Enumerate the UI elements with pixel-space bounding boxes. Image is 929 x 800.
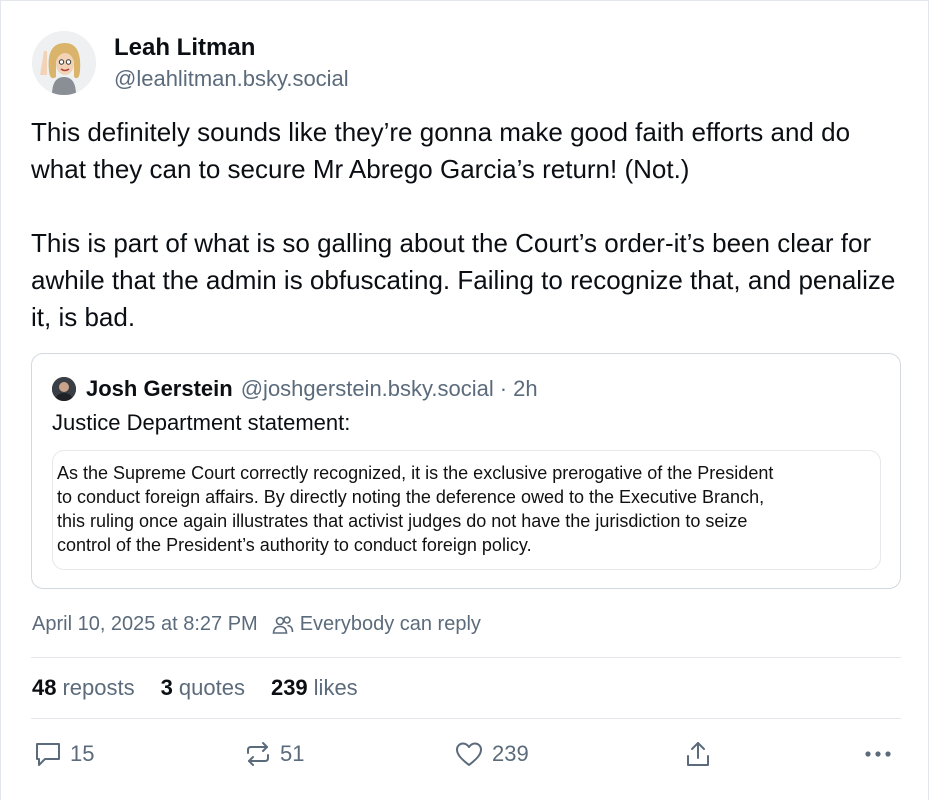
reposts-count: 48: [32, 675, 57, 700]
repost-button[interactable]: 51: [244, 740, 304, 768]
statement-line: control of the President’s authority to …: [57, 535, 532, 555]
quotes-count: 3: [160, 675, 173, 700]
divider: [31, 657, 901, 658]
post-timestamp: April 10, 2025 at 8:27 PM: [32, 613, 258, 635]
statement-line: to conduct foreign affairs. By directly …: [57, 487, 765, 507]
post-header: Leah Litman @leahlitman.bsky.social: [32, 31, 349, 95]
post-paragraph: This is part of what is so galling about…: [31, 228, 896, 332]
quoted-post-header: Josh Gerstein @joshgerstein.bsky.social …: [52, 376, 538, 402]
people-icon: [272, 615, 294, 635]
more-options-button[interactable]: [863, 740, 893, 768]
reposts-label: reposts: [62, 675, 135, 700]
person-avatar-icon: [52, 377, 76, 401]
like-count: 239: [492, 741, 529, 766]
quoted-author-avatar: [52, 377, 76, 401]
quoted-author-handle: @joshgerstein.bsky.social: [240, 376, 494, 401]
heart-icon: [456, 742, 482, 766]
quoted-post[interactable]: Josh Gerstein @joshgerstein.bsky.social …: [31, 353, 901, 589]
post-card: Leah Litman @leahlitman.bsky.social This…: [0, 0, 929, 800]
likes-stat[interactable]: 239 likes: [271, 675, 358, 701]
share-button[interactable]: [684, 740, 712, 768]
author-names: Leah Litman @leahlitman.bsky.social: [114, 33, 349, 94]
reply-count: 15: [70, 741, 95, 766]
engagement-stats: 48 reposts 3 quotes 239 likes: [32, 675, 384, 701]
statement-line: As the Supreme Court correctly recognize…: [57, 463, 774, 483]
author-display-name[interactable]: Leah Litman: [114, 33, 349, 63]
reply-icon: [36, 743, 60, 766]
post-text: This definitely sounds like they’re gonn…: [31, 114, 906, 336]
post-meta: April 10, 2025 at 8:27 PM Everybody can …: [32, 613, 481, 636]
author-avatar[interactable]: [32, 31, 96, 95]
post-paragraph: This definitely sounds like they’re gonn…: [31, 117, 851, 184]
statement-line: this ruling once again illustrates that …: [57, 511, 748, 531]
repost-count: 51: [280, 741, 305, 766]
likes-label: likes: [313, 675, 358, 700]
quotes-label: quotes: [178, 675, 245, 700]
repost-icon: [247, 742, 269, 766]
quotes-stat[interactable]: 3 quotes: [161, 675, 245, 701]
reply-setting[interactable]: Everybody can reply: [300, 613, 481, 636]
action-bar: 15 51 239: [1, 740, 929, 774]
quoted-post-time: 2h: [513, 376, 538, 401]
likes-count: 239: [270, 675, 308, 700]
quoted-statement-image[interactable]: As the Supreme Court correctly recognize…: [52, 450, 881, 570]
quoted-author-name: Josh Gerstein: [86, 376, 233, 401]
divider: [31, 718, 901, 719]
like-button[interactable]: 239: [454, 740, 529, 768]
reply-button[interactable]: 15: [34, 740, 94, 768]
reposts-stat[interactable]: 48 reposts: [32, 675, 135, 701]
separator: ·: [499, 376, 508, 401]
share-icon: [687, 742, 709, 766]
quoted-post-text: Justice Department statement:: [52, 410, 351, 435]
cartoon-avatar-icon: [32, 31, 96, 95]
more-icon: [865, 751, 891, 757]
author-handle[interactable]: @leahlitman.bsky.social: [114, 64, 349, 94]
